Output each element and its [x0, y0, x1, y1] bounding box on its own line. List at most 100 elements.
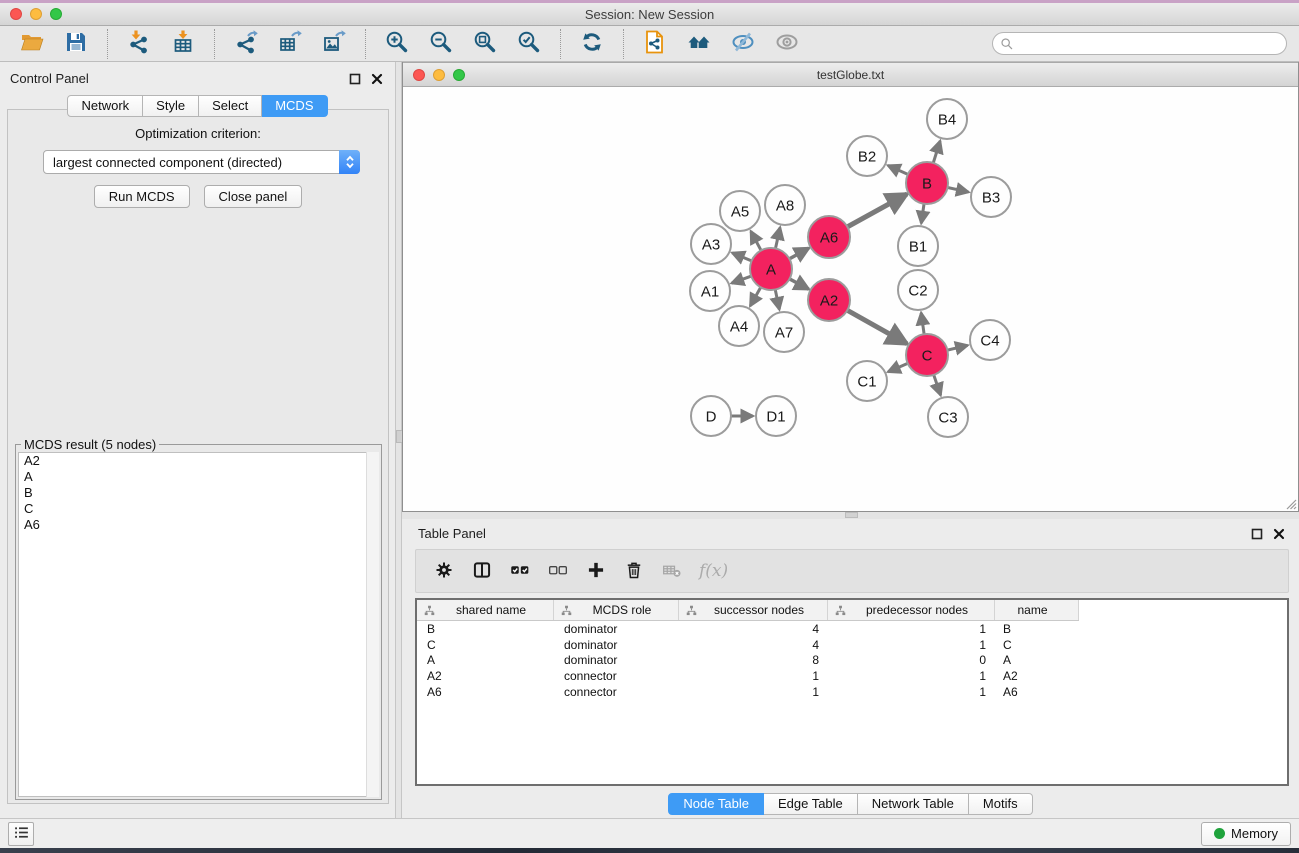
control-panel-titlebar: Control Panel: [0, 62, 395, 86]
graph-node-A[interactable]: A: [750, 248, 792, 290]
tab-node-table[interactable]: Node Table: [668, 793, 764, 815]
close-panel-button[interactable]: Close panel: [204, 185, 303, 208]
close-window-button[interactable]: [10, 8, 22, 20]
mcds-result-scrollbar[interactable]: [366, 452, 379, 797]
graph-node-D1[interactable]: D1: [756, 396, 796, 436]
column-header-shared-name[interactable]: shared name: [417, 600, 554, 620]
search-input[interactable]: [1015, 35, 1280, 53]
graph-node-A3[interactable]: A3: [691, 224, 731, 264]
network-canvas[interactable]: B4 B2 B B3 A8A5 A6 A3 B1 A C2 A1 A2 A4 A7 C4 C C1 C3 D D1: [403, 87, 1298, 511]
zoom-fit-button[interactable]: [471, 30, 499, 58]
window-resize-grip[interactable]: [1284, 497, 1297, 510]
criterion-select[interactable]: largest connected component (directed): [43, 150, 360, 174]
zoom-selected-button[interactable]: [515, 30, 543, 58]
save-session-button[interactable]: [62, 30, 90, 58]
table-row[interactable]: Cdominator41C: [417, 637, 1287, 653]
hide-selected-button[interactable]: [729, 30, 757, 58]
svg-text:B1: B1: [909, 238, 927, 255]
vertical-split-divider[interactable]: [395, 62, 402, 818]
right-panel-stack: testGlobe.txt B4 B2 B B3 A8A5 A6 A3 B1 A C2 A1 A2 A4…: [402, 62, 1299, 818]
graph-node-B4[interactable]: B4: [927, 99, 967, 139]
tab-mcds[interactable]: MCDS: [262, 95, 327, 117]
graph-node-A6[interactable]: A6: [808, 216, 850, 258]
task-history-button[interactable]: [8, 822, 34, 846]
add-row-button[interactable]: [584, 559, 608, 583]
tab-motifs[interactable]: Motifs: [969, 793, 1033, 815]
tab-network[interactable]: Network: [67, 95, 143, 117]
app-titlebar[interactable]: Session: New Session: [0, 3, 1299, 26]
graph-node-B1[interactable]: B1: [898, 226, 938, 266]
table-row[interactable]: A6connector11A6: [417, 684, 1287, 700]
column-header-name[interactable]: name: [995, 600, 1079, 620]
tab-select[interactable]: Select: [199, 95, 262, 117]
network-maximize-button[interactable]: [453, 69, 465, 81]
graph-node-A2[interactable]: A2: [808, 279, 850, 321]
minimize-window-button[interactable]: [30, 8, 42, 20]
search-field[interactable]: [992, 32, 1287, 55]
import-network-button[interactable]: [125, 30, 153, 58]
table-float-panel-icon[interactable]: [1251, 528, 1263, 540]
graph-node-B[interactable]: B: [906, 162, 948, 204]
table-row[interactable]: A2connector11A2: [417, 668, 1287, 684]
graph-node-B2[interactable]: B2: [847, 136, 887, 176]
network-close-button[interactable]: [413, 69, 425, 81]
horizontal-divider-handle[interactable]: [845, 512, 858, 518]
zoom-in-button[interactable]: [383, 30, 411, 58]
mcds-result-item[interactable]: B: [19, 485, 378, 501]
graph-node-C4[interactable]: C4: [970, 320, 1010, 360]
graph-node-A4[interactable]: A4: [719, 306, 759, 346]
network-minimize-button[interactable]: [433, 69, 445, 81]
graph-node-C1[interactable]: C1: [847, 361, 887, 401]
delete-row-icon: [624, 560, 644, 583]
column-header-mcds-role[interactable]: MCDS role: [554, 600, 679, 620]
new-network-from-selection-button[interactable]: [641, 30, 669, 58]
mcds-result-list[interactable]: A2ABCA6: [18, 452, 379, 797]
select-all-checkboxes-button[interactable]: [508, 559, 532, 583]
table-close-panel-icon[interactable]: [1273, 528, 1285, 540]
graph-node-D[interactable]: D: [691, 396, 731, 436]
svg-text:B4: B4: [938, 111, 956, 128]
run-mcds-button[interactable]: Run MCDS: [94, 185, 190, 208]
graph-node-C2[interactable]: C2: [898, 270, 938, 310]
mcds-result-item[interactable]: A2: [19, 453, 378, 469]
import-table-button[interactable]: [169, 30, 197, 58]
column-header-predecessor-nodes[interactable]: predecessor nodes: [828, 600, 995, 620]
delete-row-button[interactable]: [622, 559, 646, 583]
graph-node-A1[interactable]: A1: [690, 271, 730, 311]
mcds-result-item[interactable]: C: [19, 501, 378, 517]
graph-node-A8[interactable]: A8: [765, 185, 805, 225]
svg-text:A6: A6: [820, 229, 838, 246]
tab-edge-table[interactable]: Edge Table: [764, 793, 858, 815]
zoom-out-button[interactable]: [427, 30, 455, 58]
close-panel-icon[interactable]: [371, 73, 383, 85]
export-image-button[interactable]: [320, 30, 348, 58]
first-neighbors-button[interactable]: [685, 30, 713, 58]
split-view-button[interactable]: [470, 559, 494, 583]
table-row[interactable]: Adominator80A: [417, 652, 1287, 668]
refresh-layout-button[interactable]: [578, 30, 606, 58]
mcds-result-item[interactable]: A: [19, 469, 378, 485]
graph-node-B3[interactable]: B3: [971, 177, 1011, 217]
delete-table-button: [660, 559, 684, 583]
mcds-result-item[interactable]: A6: [19, 517, 378, 533]
memory-button[interactable]: Memory: [1201, 822, 1291, 846]
open-session-button[interactable]: [18, 30, 46, 58]
deselect-all-checkboxes-button[interactable]: [546, 559, 570, 583]
tab-network-table[interactable]: Network Table: [858, 793, 969, 815]
network-window-titlebar[interactable]: testGlobe.txt: [403, 62, 1298, 87]
horizontal-split-divider[interactable]: [402, 512, 1299, 519]
svg-text:A4: A4: [730, 318, 748, 335]
show-all-button[interactable]: [773, 30, 801, 58]
graph-node-A7[interactable]: A7: [764, 312, 804, 352]
tab-style[interactable]: Style: [143, 95, 199, 117]
table-row[interactable]: Bdominator41B: [417, 621, 1287, 637]
column-header-successor-nodes[interactable]: successor nodes: [679, 600, 828, 620]
export-network-button[interactable]: [232, 30, 260, 58]
graph-node-A5[interactable]: A5: [720, 191, 760, 231]
maximize-window-button[interactable]: [50, 8, 62, 20]
graph-node-C3[interactable]: C3: [928, 397, 968, 437]
column-settings-button[interactable]: [432, 559, 456, 583]
graph-node-C[interactable]: C: [906, 334, 948, 376]
export-table-button[interactable]: [276, 30, 304, 58]
float-panel-icon[interactable]: [349, 73, 361, 85]
